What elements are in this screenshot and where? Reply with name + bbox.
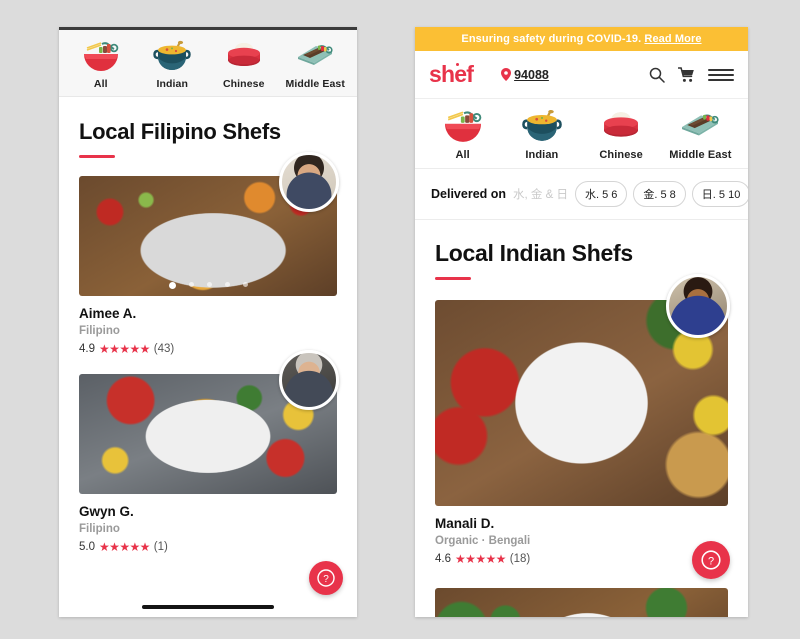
category-label: All (455, 149, 470, 161)
category-item-chinese[interactable]: Chinese (208, 35, 280, 90)
cart-icon[interactable] (678, 66, 695, 83)
zip-code: 94088 (514, 67, 549, 82)
delivery-date-pill[interactable]: 水. 5 6 (574, 181, 628, 207)
title-underline (435, 277, 471, 280)
chef-rating: 5.0 ★★★★★ (1) (79, 540, 337, 554)
location-pin-icon (501, 68, 512, 81)
carousel-dot[interactable] (188, 282, 194, 287)
rating-stars: ★★★★★ (99, 540, 150, 554)
category-item-indian[interactable]: Indian (506, 106, 578, 161)
covid-banner: Ensuring safety during COVID-19. Read Mo… (415, 27, 748, 51)
help-question-icon: ? (317, 569, 335, 587)
category-label: Indian (156, 78, 188, 90)
kebab-board-icon (294, 35, 336, 73)
category-label: All (93, 78, 108, 90)
next-chef-dish-image[interactable] (435, 588, 728, 617)
carousel-dot-active[interactable] (168, 282, 176, 289)
carousel-dot[interactable] (224, 282, 230, 287)
curry-pot-icon (152, 35, 192, 73)
category-label: Middle East (285, 78, 345, 90)
svg-text:?: ? (708, 555, 714, 567)
noodle-bowl-icon (441, 106, 485, 144)
category-item-all[interactable]: All (65, 35, 137, 90)
rating-count: (18) (509, 553, 531, 565)
chef-name: Gwyn G. (79, 504, 134, 519)
chef-card[interactable]: Manali D. Organic · Bengali 4.6 ★★★★★ (1… (435, 274, 730, 566)
help-question-icon: ? (701, 550, 721, 570)
delivery-row: Delivered on 水, 金 & 日 水. 5 6 金. 5 8 日. 5… (415, 169, 748, 220)
web-section-title: Local Indian Shefs (435, 240, 633, 266)
rating-value: 5.0 (79, 541, 95, 553)
chef-card[interactable]: Aimee A. Filipino 4.9 ★★★★★ (43) (79, 152, 339, 356)
curry-pot-icon (520, 106, 564, 144)
hamburger-menu-icon[interactable] (708, 67, 734, 83)
title-underline (79, 155, 115, 158)
category-item-middle-east[interactable]: Middle East (664, 106, 736, 161)
chef-avatar[interactable] (279, 152, 339, 212)
category-item-all[interactable]: All (427, 106, 499, 161)
rating-value: 4.6 (435, 553, 451, 565)
image-carousel-dots[interactable] (79, 282, 337, 289)
home-indicator (142, 605, 274, 609)
help-button[interactable]: ? (692, 541, 730, 579)
zip-selector[interactable]: 94088 (501, 68, 549, 82)
delivery-date-pill[interactable]: 日. 5 10 (691, 181, 748, 207)
bao-steamer-icon (224, 35, 264, 73)
category-item-middle-east[interactable]: Middle East (280, 35, 352, 90)
category-label: Indian (525, 149, 559, 161)
rating-count: (43) (153, 343, 175, 355)
svg-text:?: ? (323, 574, 329, 585)
bao-steamer-icon (599, 106, 643, 144)
web-header: shef 94088 (415, 51, 748, 99)
chef-cuisine: Organic · Bengali (435, 535, 531, 547)
web-category-strip: All Indian Chinese Middle East (415, 99, 748, 169)
category-label: Chinese (222, 78, 265, 90)
chef-rating: 4.6 ★★★★★ (18) (435, 552, 728, 566)
category-item-indian[interactable]: Indian (137, 35, 209, 90)
mobile-category-strip: All Indian Chinese Middle East (59, 30, 357, 97)
carousel-dot[interactable] (206, 282, 212, 287)
mobile-app-panel: All Indian Chinese Middle East Local Fil… (59, 27, 357, 617)
category-label: Chinese (599, 149, 643, 161)
kebab-board-icon (677, 106, 723, 144)
noodle-bowl-icon (81, 35, 121, 73)
web-app-panel: Ensuring safety during COVID-19. Read Mo… (415, 27, 748, 617)
screenshot-stage: All Indian Chinese Middle East Local Fil… (0, 0, 800, 639)
header-icon-group (649, 66, 734, 83)
read-more-link[interactable]: Read More (644, 33, 701, 45)
search-icon[interactable] (649, 67, 665, 83)
logo-text: shef (429, 61, 474, 87)
chef-name: Manali D. (435, 516, 495, 531)
logo-accent-dot (456, 63, 459, 66)
delivery-date-pill[interactable]: 金. 5 8 (633, 181, 686, 207)
category-label: Middle East (669, 149, 732, 161)
chef-card[interactable]: Gwyn G. Filipino 5.0 ★★★★★ (1) (79, 350, 339, 554)
rating-stars: ★★★★★ (99, 342, 150, 356)
delivery-label: Delivered on (431, 187, 507, 201)
delivery-date-pills: 水. 5 6 金. 5 8 日. 5 10 (574, 181, 748, 207)
rating-stars: ★★★★★ (455, 552, 506, 566)
carousel-dot[interactable] (242, 282, 248, 287)
delivery-subtitle: 水, 金 & 日 (513, 189, 568, 201)
chef-cuisine: Filipino (79, 523, 120, 535)
chef-avatar[interactable] (666, 274, 730, 338)
help-button[interactable]: ? (309, 561, 343, 595)
covid-banner-text: Ensuring safety during COVID-19. (461, 33, 642, 45)
rating-count: (1) (153, 541, 168, 553)
category-item-chinese[interactable]: Chinese (585, 106, 657, 161)
chef-name: Aimee A. (79, 306, 137, 321)
chef-cuisine: Filipino (79, 325, 120, 337)
shef-logo[interactable]: shef (429, 61, 474, 88)
mobile-section-title: Local Filipino Shefs (79, 119, 281, 144)
chef-avatar[interactable] (279, 350, 339, 410)
rating-value: 4.9 (79, 343, 95, 355)
